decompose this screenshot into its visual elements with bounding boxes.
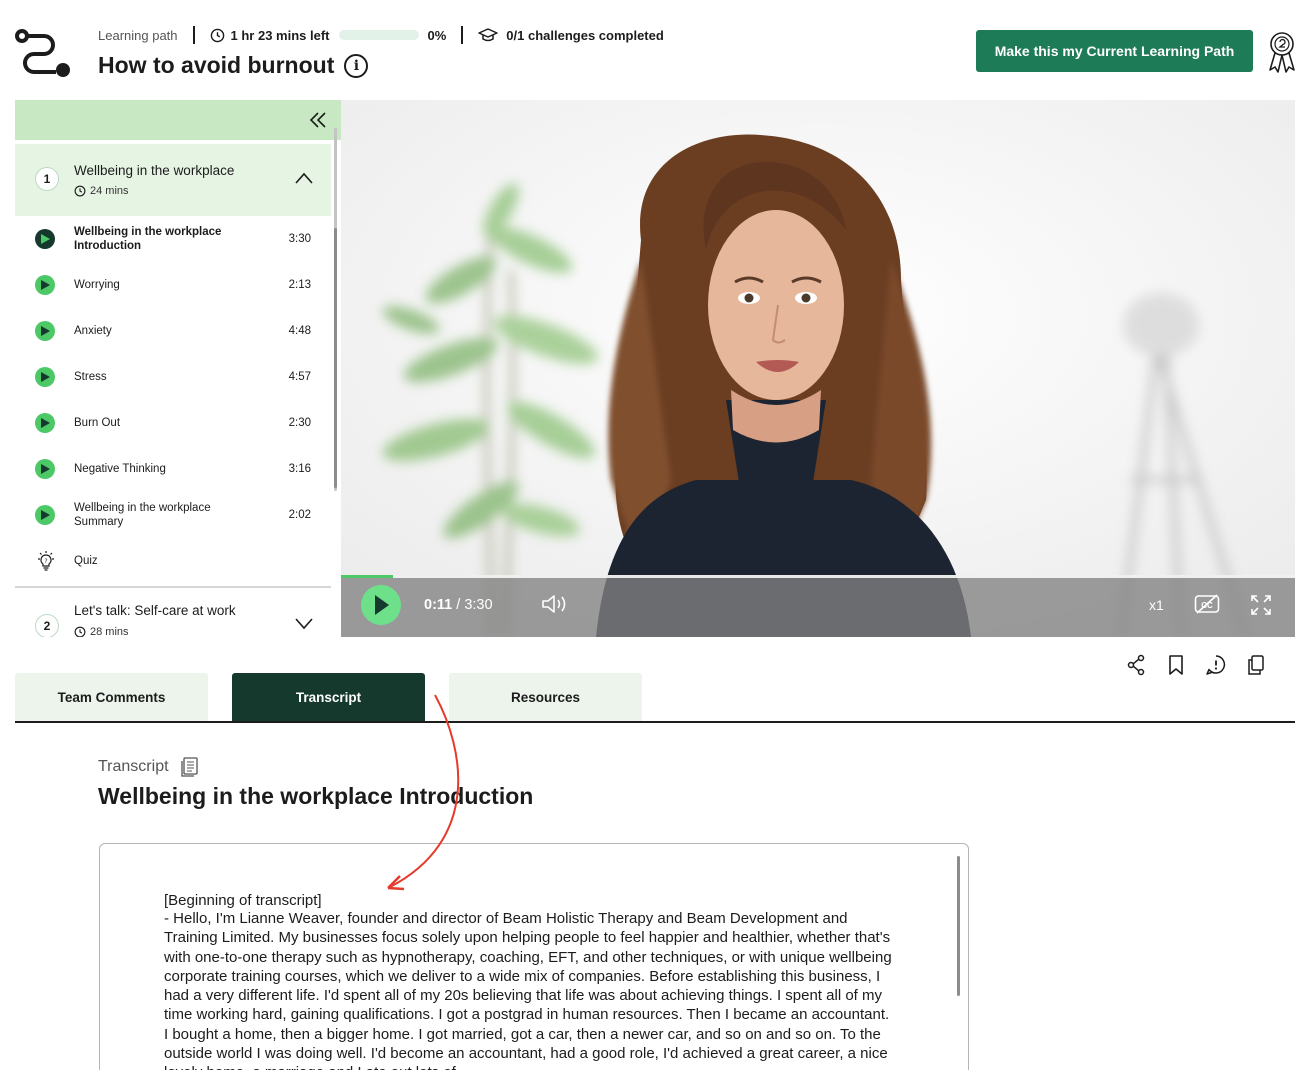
module-duration-text: 28 mins (90, 626, 129, 637)
module-title: Wellbeing in the workplace (74, 163, 235, 178)
lesson-title: Wellbeing in the workplace Summary (74, 502, 211, 528)
video-controls: 0:11 / 3:30 x1 CC (341, 575, 1295, 637)
clock-icon (210, 28, 224, 42)
transcript-box[interactable]: [Beginning of transcript] - Hello, I'm L… (99, 843, 969, 1070)
time-left: 1 hr 23 mins left (210, 28, 330, 43)
time-separator: / (456, 597, 461, 613)
module-2-header[interactable]: 2 Let's talk: Self-care at work 28 mins (15, 588, 331, 637)
play-icon (35, 367, 55, 387)
breadcrumb: Learning path (98, 27, 178, 43)
lesson-duration: 2:02 (288, 509, 311, 521)
page-title-text: How to avoid burnout (98, 52, 335, 78)
lesson-duration: 4:48 (288, 325, 311, 337)
module-duration: 24 mins (74, 185, 129, 197)
learning-path-logo-icon (15, 29, 70, 77)
lesson-title: Negative Thinking (74, 463, 166, 475)
transcript-heading: [Beginning of transcript] (164, 892, 322, 909)
transcript-label: Transcript (98, 757, 199, 777)
module-1-header[interactable]: 1 Wellbeing in the workplace 24 mins (15, 144, 331, 216)
lesson-duration: 2:13 (288, 279, 311, 291)
svg-text:?: ? (44, 558, 47, 565)
double-chevron-left-icon[interactable] (309, 112, 327, 128)
transcript-body: - Hello, I'm Lianne Weaver, founder and … (164, 910, 892, 1070)
chevron-up-icon[interactable] (295, 172, 313, 184)
lesson-duration: 3:30 (288, 233, 311, 245)
module-number: 1 (35, 167, 59, 191)
video-progress-bar[interactable] (341, 575, 1295, 578)
module-duration-text: 24 mins (90, 185, 129, 197)
volume-icon[interactable] (541, 593, 569, 615)
lesson-item[interactable]: Negative Thinking 3:16 (15, 446, 331, 492)
lesson-item[interactable]: Wellbeing in the workplace Introduction … (15, 216, 331, 262)
video-progress-fill (341, 575, 394, 578)
playback-speed[interactable]: x1 (1149, 597, 1164, 613)
sidebar-collapse-bar[interactable] (15, 100, 341, 140)
lesson-item[interactable]: Burn Out 2:30 (15, 400, 331, 446)
page-title: How to avoid burnout i (98, 52, 369, 79)
award-ribbon-icon[interactable] (1266, 30, 1298, 74)
lesson-item[interactable]: Wellbeing in the workplace Summary 2:02 (15, 492, 331, 538)
tab-resources[interactable]: Resources (449, 673, 642, 721)
play-icon (35, 413, 55, 433)
tab-transcript[interactable]: Transcript (232, 673, 425, 721)
lesson-item[interactable]: Anxiety 4:48 (15, 308, 331, 354)
lesson-item[interactable]: Worrying 2:13 (15, 262, 331, 308)
play-icon (35, 275, 55, 295)
lesson-duration: 4:57 (288, 371, 311, 383)
lightbulb-icon: ? (38, 551, 54, 571)
challenges-text: 0/1 challenges completed (506, 27, 664, 43)
lesson-duration: 3:16 (288, 463, 311, 475)
document-icon (180, 757, 198, 777)
course-sidebar: 1 Wellbeing in the workplace 24 mins Wel… (15, 100, 341, 637)
video-time: 0:11 / 3:30 (424, 597, 493, 613)
lesson-duration: 2:30 (288, 417, 311, 429)
total-time: 3:30 (464, 597, 493, 613)
clock-icon (74, 185, 86, 197)
lesson-title: Worrying (74, 279, 120, 291)
play-icon (35, 229, 55, 249)
lesson-title: Burn Out (74, 417, 121, 429)
lesson-title: Anxiety (74, 325, 112, 337)
fullscreen-icon[interactable] (1250, 594, 1272, 616)
video-player[interactable]: 0:11 / 3:30 x1 CC (341, 100, 1295, 637)
play-button[interactable] (361, 585, 401, 625)
lesson-title: Stress (74, 371, 107, 383)
path-progress-bar (338, 30, 419, 40)
divider (461, 26, 464, 44)
time-left-text: 1 hr 23 mins left (230, 27, 330, 43)
graduation-cap-icon (478, 28, 499, 42)
progress-percent: 0% (427, 27, 447, 43)
clock-icon (74, 626, 86, 637)
path-meta: Learning path 1 hr 23 mins left 0% 0/1 c… (98, 26, 664, 44)
play-icon (375, 595, 389, 615)
sidebar-scrollbar[interactable] (334, 128, 337, 491)
make-current-path-button[interactable]: Make this my Current Learning Path (976, 30, 1253, 72)
divider (192, 26, 195, 44)
video-frame (341, 100, 1295, 637)
sidebar-scrollbar-thumb[interactable] (334, 228, 337, 488)
lesson-title: Wellbeing in the workplace Introduction (74, 226, 222, 252)
play-icon (35, 505, 55, 525)
play-icon (35, 459, 55, 479)
content-tabs: Team Comments Transcript Resources (15, 673, 1295, 723)
transcript-title: Wellbeing in the workplace Introduction (98, 783, 534, 809)
transcript-label-text: Transcript (98, 758, 169, 775)
play-icon (35, 321, 55, 341)
chevron-down-icon[interactable] (295, 618, 313, 630)
info-icon[interactable]: i (344, 53, 369, 78)
lesson-item[interactable]: Stress 4:57 (15, 354, 331, 400)
lesson-list: Wellbeing in the workplace Introduction … (15, 216, 331, 584)
module-duration: 28 mins (74, 626, 129, 637)
module-number: 2 (35, 614, 59, 637)
challenges-status: 0/1 challenges completed (478, 27, 664, 43)
module-title: Let's talk: Self-care at work (74, 603, 236, 618)
lesson-title: Quiz (74, 555, 98, 567)
current-time: 0:11 (424, 597, 453, 613)
transcript-scrollbar[interactable] (957, 856, 960, 996)
closed-captions-icon[interactable]: CC (1194, 593, 1220, 615)
quiz-item[interactable]: ? Quiz (15, 538, 331, 584)
tab-team-comments[interactable]: Team Comments (15, 673, 208, 721)
